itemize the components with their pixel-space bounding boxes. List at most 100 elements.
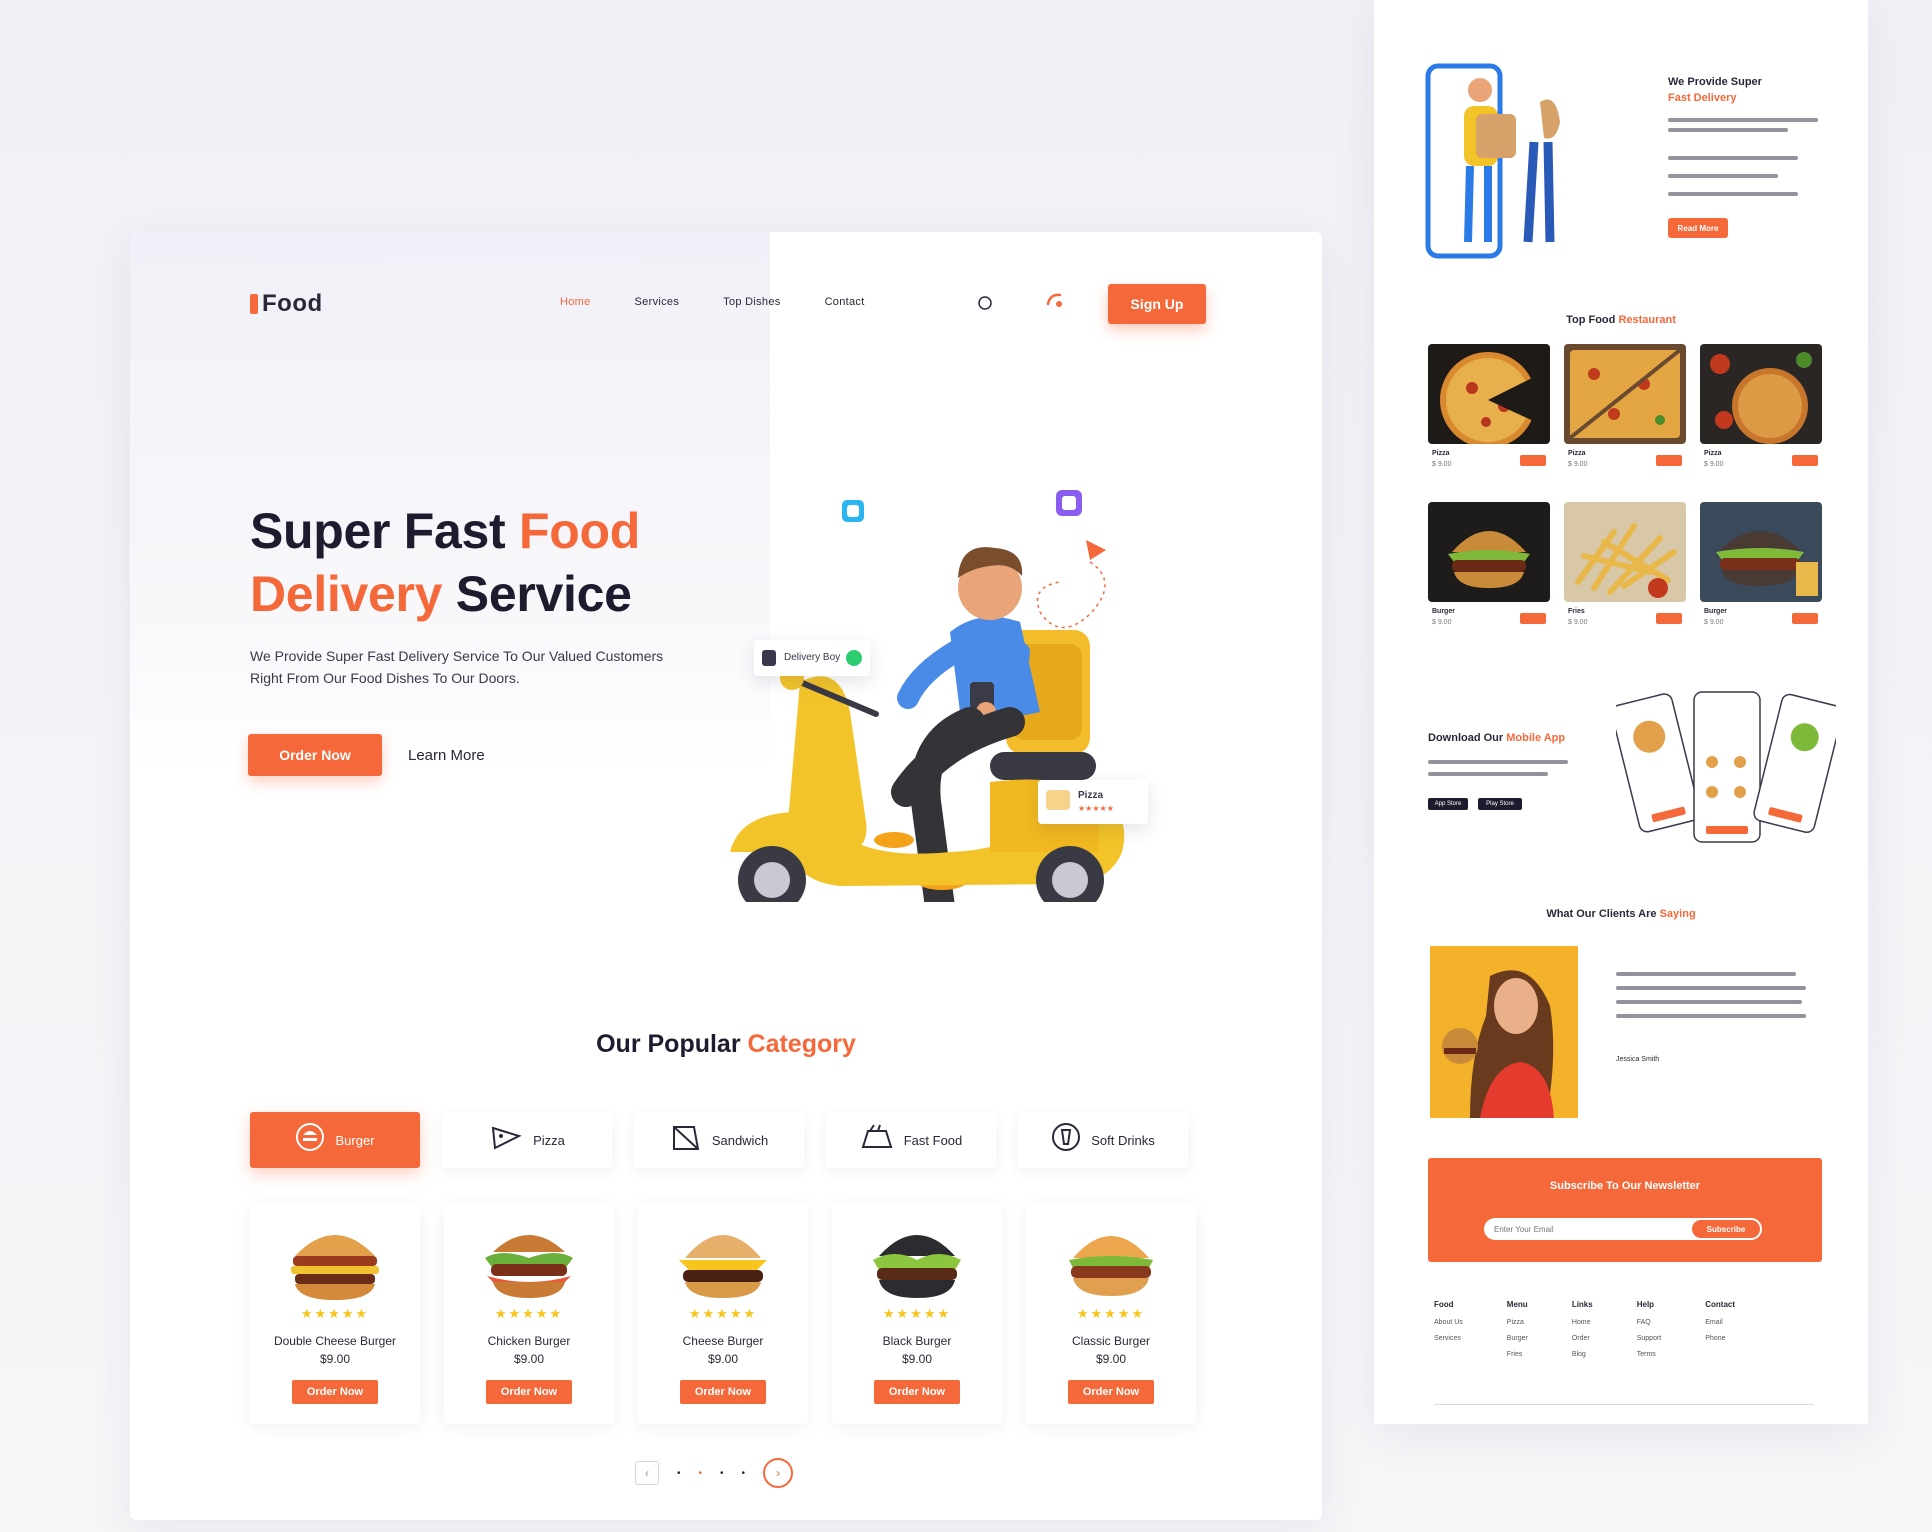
footer-link[interactable]: About Us: [1434, 1319, 1463, 1326]
order-now-button[interactable]: Order Now: [680, 1380, 766, 1404]
rating-stars: ★★★★★: [882, 1306, 952, 1321]
testimonial-title: What Our Clients Are Saying: [1546, 908, 1696, 920]
page-dot[interactable]: •: [720, 1468, 724, 1479]
cheese-burger-image: [679, 1235, 767, 1298]
product-card[interactable]: ★★★★★ Cheese Burger $9.00 Order Now: [638, 1202, 808, 1424]
sign-up-button[interactable]: Sign Up: [1108, 284, 1206, 324]
footer-link[interactable]: Phone: [1705, 1335, 1735, 1342]
product-name: Black Burger $9.00: [882, 1334, 952, 1366]
dish-card[interactable]: Burger $ 9.00: [1428, 502, 1550, 630]
product-card[interactable]: ★★★★★ Chicken Burger $9.00 Order Now: [444, 1202, 614, 1424]
dish-price: $ 9.00: [1704, 461, 1724, 468]
logo-text: Food: [262, 290, 323, 317]
dish-price: $ 9.00: [1568, 461, 1588, 468]
footer-link[interactable]: Terms: [1637, 1351, 1662, 1358]
dish-card[interactable]: Burger $ 9.00: [1700, 502, 1822, 630]
footer-column: Links Home Order Blog: [1572, 1300, 1593, 1367]
dish-card[interactable]: Fries $ 9.00: [1564, 502, 1686, 630]
newsletter-title: Subscribe To Our Newsletter: [1549, 1180, 1701, 1192]
footer-column: Contact Email Phone: [1705, 1300, 1735, 1367]
pagination: ‹ • • • • ›: [635, 1458, 794, 1488]
order-button[interactable]: [1792, 613, 1818, 624]
pizza-card-rating: ★★★★★: [1078, 804, 1114, 813]
delivery-boy-card: Delivery Boy: [754, 640, 870, 676]
product-price: $9.00: [901, 1352, 933, 1366]
order-now-button[interactable]: Order Now: [292, 1380, 378, 1404]
footer-link[interactable]: Home: [1572, 1319, 1593, 1326]
tab-label: Sandwich: [711, 1132, 769, 1148]
nav-link-contact[interactable]: Contact: [825, 296, 865, 308]
pizza-image: [1428, 344, 1550, 444]
footer-column: Help FAQ Support Terms: [1637, 1300, 1662, 1367]
footer-link[interactable]: Services: [1434, 1335, 1463, 1342]
prev-page-button[interactable]: ‹: [635, 1461, 659, 1485]
footer-heading: Contact: [1705, 1300, 1736, 1309]
logo[interactable]: Food: [250, 290, 323, 318]
page-dot-active[interactable]: •: [699, 1468, 703, 1479]
text-line: [1428, 760, 1568, 764]
chicken-burger-image: [485, 1235, 573, 1298]
order-now-button[interactable]: Order Now: [248, 734, 382, 776]
footer-link[interactable]: Burger: [1507, 1335, 1528, 1342]
dish-name: Fries: [1568, 608, 1585, 615]
dish-card[interactable]: Pizza $ 9.00: [1700, 344, 1822, 472]
footer-link[interactable]: FAQ: [1637, 1319, 1662, 1326]
cart-icon[interactable]: [1044, 290, 1066, 317]
product-price: $9.00: [1095, 1352, 1127, 1366]
product-card[interactable]: ★★★★★ Black Burger $9.00 Order Now: [832, 1202, 1002, 1424]
dish-card[interactable]: Pizza $ 9.00: [1428, 344, 1550, 472]
dish-card[interactable]: Pizza $ 9.00: [1564, 344, 1686, 472]
page-dot[interactable]: •: [742, 1468, 746, 1479]
footer-link[interactable]: Pizza: [1507, 1319, 1528, 1326]
next-page-button[interactable]: ›: [763, 1458, 794, 1488]
order-now-button[interactable]: Order Now: [874, 1380, 960, 1404]
dish-price: $ 9.00: [1432, 619, 1452, 626]
product-name: Chicken Burger $9.00: [487, 1334, 571, 1366]
product-card[interactable]: ★★★★★ Double Cheese Burger $9.00 Order No…: [250, 1202, 420, 1424]
footer-link[interactable]: Fries: [1507, 1351, 1528, 1358]
subscribe-button[interactable]: Subscribe: [1690, 1218, 1762, 1240]
app-section-title: Download Our Mobile App: [1428, 732, 1566, 744]
order-button[interactable]: [1520, 613, 1546, 624]
tab-burger[interactable]: Burger: [250, 1112, 420, 1168]
app-store-button[interactable]: App Store: [1428, 798, 1468, 810]
tab-sandwich[interactable]: Sandwich: [634, 1112, 804, 1168]
nav-link-home[interactable]: Home: [560, 296, 591, 308]
classic-burger-image: [1069, 1236, 1153, 1296]
product-name: Double Cheese Burger $9.00: [273, 1334, 397, 1366]
read-more-button[interactable]: Read More: [1668, 218, 1728, 238]
category-section-title: Our Popular Category: [596, 1030, 856, 1058]
order-button[interactable]: [1520, 455, 1546, 466]
black-burger-image: [873, 1235, 961, 1298]
phone-delivery-illustration: [1425, 63, 1560, 259]
footer-link[interactable]: Order: [1572, 1335, 1593, 1342]
order-button[interactable]: [1792, 455, 1818, 466]
product-list: ★★★★★ Double Cheese Burger $9.00 Order No…: [250, 1202, 1196, 1424]
order-now-button[interactable]: Order Now: [1068, 1380, 1154, 1404]
call-icon[interactable]: [846, 650, 862, 666]
dish-price: $ 9.00: [1704, 619, 1724, 626]
tab-fast-food[interactable]: Fast Food: [826, 1112, 996, 1168]
tab-soft-drinks[interactable]: Soft Drinks: [1018, 1112, 1188, 1168]
mobile-app-mockups: [1616, 691, 1836, 843]
order-now-button[interactable]: Order Now: [486, 1380, 572, 1404]
product-card[interactable]: ★★★★★ Classic Burger $9.00 Order Now: [1026, 1202, 1196, 1424]
play-store-button[interactable]: Play Store: [1478, 798, 1522, 810]
search-icon[interactable]: [976, 294, 994, 317]
newsletter-email-input[interactable]: [1484, 1218, 1710, 1240]
page-dot[interactable]: •: [677, 1468, 681, 1479]
text-line: [1616, 1000, 1802, 1004]
order-button[interactable]: [1656, 455, 1682, 466]
order-button[interactable]: [1656, 613, 1682, 624]
nav-link-services[interactable]: Services: [635, 296, 680, 308]
rating-stars: ★★★★★: [494, 1306, 564, 1321]
burger-plate-photo: [1700, 502, 1822, 602]
footer-link[interactable]: Blog: [1572, 1351, 1593, 1358]
tab-pizza[interactable]: Pizza: [442, 1112, 612, 1168]
nav-link-top-dishes[interactable]: Top Dishes: [723, 296, 780, 308]
product-price: $9.00: [707, 1352, 739, 1366]
learn-more-link[interactable]: Learn More: [408, 747, 485, 764]
footer-link[interactable]: Email: [1705, 1319, 1735, 1326]
footer-link[interactable]: Support: [1637, 1335, 1662, 1342]
text-line: [1668, 174, 1778, 178]
